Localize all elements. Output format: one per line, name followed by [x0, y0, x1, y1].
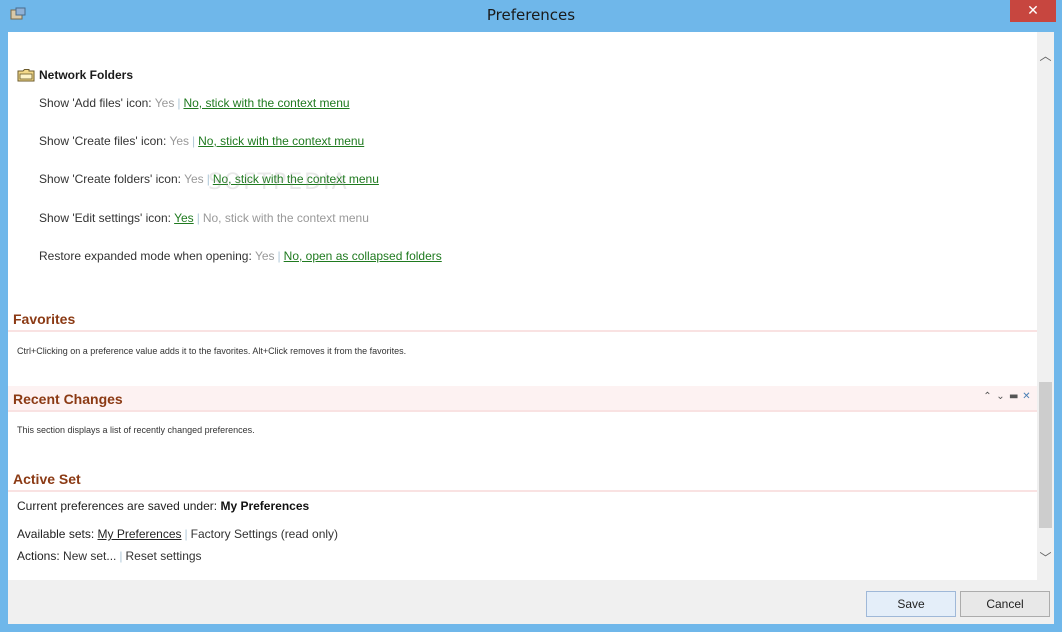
scrollbar-thumb[interactable] — [1039, 382, 1052, 528]
actions-label: Actions: — [17, 549, 60, 563]
preferences-content: Network Folders Show 'Add files' icon: Y… — [8, 32, 1037, 580]
actions-line: Actions: New set... | Reset settings — [17, 549, 202, 563]
favorites-title: Favorites — [13, 311, 76, 327]
close-window-button[interactable]: ✕ — [1010, 0, 1056, 22]
option-no[interactable]: No, open as collapsed folders — [284, 249, 442, 263]
favorites-section: Favorites Ctrl+Clicking on a preference … — [8, 306, 1037, 356]
pref-row: Show 'Add files' icon: Yes | No, stick wit… — [39, 96, 350, 110]
recent-changes-section: Recent Changes ⌃ ⌄ ▬ ✕ This section disp… — [8, 386, 1037, 435]
option-yes[interactable]: Yes — [255, 249, 275, 263]
reset-settings-link[interactable]: Reset settings — [126, 549, 202, 563]
pref-row: Show 'Create files' icon: Yes | No, stick … — [39, 134, 364, 148]
pref-label: Show 'Edit settings' icon: — [39, 211, 171, 225]
preferences-window: Preferences ✕ Network Folders Show 'Add … — [0, 0, 1062, 632]
option-no[interactable]: No, stick with the context menu — [183, 96, 349, 110]
favorites-header: Favorites — [8, 306, 1037, 332]
recent-changes-header: Recent Changes ⌃ ⌄ ▬ ✕ — [8, 386, 1037, 412]
save-button[interactable]: Save — [866, 591, 956, 617]
vertical-scrollbar[interactable]: ︿ ﹀ — [1037, 32, 1054, 580]
title-bar[interactable]: Preferences ✕ — [0, 0, 1062, 32]
option-yes[interactable]: Yes — [184, 172, 204, 186]
separator: | — [177, 96, 181, 110]
pref-label: Show 'Create files' icon: — [39, 134, 167, 148]
clipped-previous-row — [38, 32, 388, 38]
favorites-description: Ctrl+Clicking on a preference value adds… — [17, 346, 407, 356]
option-yes[interactable]: Yes — [169, 134, 189, 148]
saved-under-label: Current preferences are saved under: — [17, 499, 218, 513]
active-set-header: Active Set — [8, 466, 1037, 492]
available-sets-line: Available sets: My Preferences | Factory S… — [17, 527, 338, 541]
scroll-up-icon[interactable]: ︿ — [1037, 48, 1054, 65]
active-set-section: Active Set — [8, 466, 1037, 492]
set-factory-settings[interactable]: Factory Settings (read only) — [191, 527, 338, 541]
move-down-icon[interactable]: ⌄ — [996, 392, 1005, 402]
set-my-preferences[interactable]: My Preferences — [98, 527, 182, 541]
active-set-title: Active Set — [13, 471, 81, 487]
network-folders-heading: Network Folders — [17, 66, 133, 84]
saved-under-value: My Preferences — [220, 499, 310, 513]
separator: | — [277, 249, 281, 263]
client-area: Network Folders Show 'Add files' icon: Y… — [8, 32, 1054, 624]
recent-changes-title: Recent Changes — [13, 391, 123, 407]
window-title: Preferences — [486, 6, 576, 24]
folder-icon — [17, 69, 35, 82]
close-section-icon[interactable]: ✕ — [1022, 392, 1031, 402]
saved-under-line: Current preferences are saved under: My … — [17, 499, 309, 513]
option-no[interactable]: No, stick with the context menu — [198, 134, 364, 148]
pref-label: Show 'Create folders' icon: — [39, 172, 181, 186]
section-tools: ⌃ ⌄ ▬ ✕ — [983, 392, 1031, 402]
option-yes[interactable]: Yes — [155, 96, 175, 110]
move-up-icon[interactable]: ⌃ — [983, 392, 992, 402]
scroll-down-icon[interactable]: ﹀ — [1037, 550, 1054, 567]
cancel-button[interactable]: Cancel — [960, 591, 1050, 617]
separator: | — [196, 211, 200, 225]
pref-label: Restore expanded mode when opening: — [39, 249, 252, 263]
separator: | — [192, 134, 196, 148]
pref-row: Restore expanded mode when opening: Yes |… — [39, 249, 442, 263]
softpedia-watermark: SOFTPEDIA — [208, 170, 349, 195]
minimize-section-icon[interactable]: ▬ — [1009, 392, 1018, 402]
separator: | — [184, 527, 188, 541]
recent-changes-description: This section displays a list of recently… — [17, 425, 255, 435]
network-folders-title: Network Folders — [39, 68, 134, 82]
option-no[interactable]: No, stick with the context menu — [203, 211, 369, 225]
new-set-link[interactable]: New set... — [63, 549, 116, 563]
pref-row: Show 'Edit settings' icon: Yes | No, stick… — [39, 211, 369, 225]
option-yes[interactable]: Yes — [174, 211, 194, 225]
available-sets-label: Available sets: — [17, 527, 95, 541]
separator: | — [119, 549, 123, 563]
pref-label: Show 'Add files' icon: — [39, 96, 152, 110]
